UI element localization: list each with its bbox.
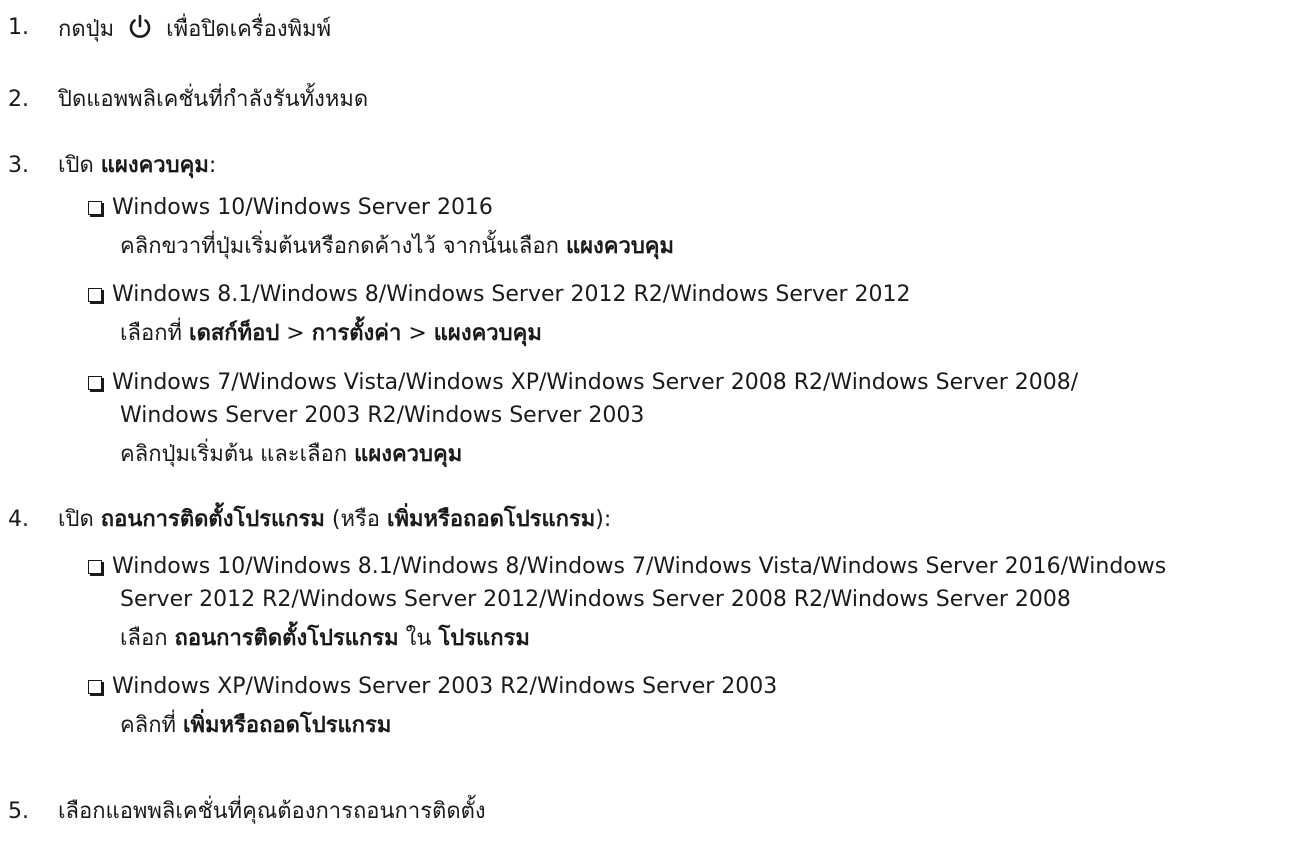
step-3-item-3-title-cont: Windows Server 2003 R2/Windows Server 20… [120,402,644,430]
step-number: 4. [8,507,29,532]
step-1-prefix: กดปุ่ม [58,17,115,42]
instruction-text: คลิกที่ [120,713,177,738]
step-4-or: (หรือ [331,507,380,532]
step-4-suffix: ): [595,507,612,532]
step-number: 1. [8,15,29,40]
checkbox-bullet-icon [88,288,102,302]
step-4-item-2: Windows XP/Windows Server 2003 R2/Window… [88,673,777,701]
step-number: 3. [8,153,29,178]
desktop-label: เดสก์ท็อป [189,321,280,346]
separator: > [408,321,427,346]
uninstall-program-label: ถอนการติดตั้งโปรแกรม [100,507,325,532]
os-title: Windows 8.1/Windows 8/Windows Server 201… [112,282,911,307]
step-text: เลือกแอพพลิเคชั่นที่คุณต้องการถอนการติดต… [58,799,486,824]
step-4-item-1-instruction: เลือก ถอนการติดตั้งโปรแกรม ใน โปรแกรม [120,625,530,653]
settings-label: การตั้งค่า [311,321,402,346]
step-3-item-2-instruction: เลือกที่ เดสก์ท็อป > การตั้งค่า > แผงควบ… [120,320,542,348]
instruction-text: คลิกขวาที่ปุ่มเริ่มต้นหรือกดค้างไว้ จากน… [120,234,559,259]
step-3-suffix: : [208,153,217,178]
step-number: 5. [8,799,29,824]
os-title: Windows 7/Windows Vista/Windows XP/Windo… [112,370,1079,395]
checkbox-bullet-icon [88,201,102,215]
instruction-in: ใน [405,626,432,651]
step-number: 2. [8,87,29,112]
step-4-item-1: Windows 10/Windows 8.1/Windows 8/Windows… [88,553,1166,581]
control-panel-label: แผงควบคุม [433,321,542,346]
power-icon [129,14,151,38]
step-3-item-1: Windows 10/Windows Server 2016 [88,194,493,222]
control-panel-label: แผงควบคุม [100,153,209,178]
step-text: เปิด ถอนการติดตั้งโปรแกรม (หรือ เพิ่มหรื… [58,506,611,534]
separator: > [286,321,305,346]
os-title-continued: Windows Server 2003 R2/Windows Server 20… [120,403,645,428]
step-3-prefix: เปิด [58,153,94,178]
step-4-item-2-instruction: คลิกที่ เพิ่มหรือถอดโปรแกรม [120,712,391,740]
os-title: Windows 10/Windows 8.1/Windows 8/Windows… [112,554,1167,579]
instruction-text: เลือก [120,626,168,651]
uninstall-program-label: ถอนการติดตั้งโปรแกรม [174,626,399,651]
step-3-item-3: Windows 7/Windows Vista/Windows XP/Windo… [88,369,1078,397]
step-3-item-1-instruction: คลิกขวาที่ปุ่มเริ่มต้นหรือกดค้างไว้ จากน… [120,233,674,261]
add-remove-programs-label: เพิ่มหรือถอดโปรแกรม [387,507,596,532]
os-title-continued: Server 2012 R2/Windows Server 2012/Windo… [120,587,1071,612]
step-text: เปิด แผงควบคุม: [58,152,216,180]
instruction-bold: แผงควบคุม [354,442,463,467]
step-text: กดปุ่ม เพื่อปิดเครื่องพิมพ์ [58,14,331,44]
instruction-bold: แผงควบคุม [565,234,675,259]
instruction-bold: เพิ่มหรือถอดโปรแกรม [183,713,392,738]
instruction-text: คลิกปุ่มเริ่มต้น และเลือก [120,442,348,467]
instruction-text: เลือกที่ [120,321,183,346]
step-3-item-3-instruction: คลิกปุ่มเริ่มต้น และเลือก แผงควบคุม [120,441,462,469]
step-text: ปิดแอพพลิเคชั่นที่กำลังรันทั้งหมด [58,87,369,112]
os-title: Windows 10/Windows Server 2016 [112,195,493,220]
checkbox-bullet-icon [88,376,102,390]
checkbox-bullet-icon [88,680,102,694]
step-4-item-1-title-cont: Server 2012 R2/Windows Server 2012/Windo… [120,586,1071,614]
step-4-prefix: เปิด [58,507,94,532]
programs-label: โปรแกรม [438,626,530,651]
os-title: Windows XP/Windows Server 2003 R2/Window… [112,674,778,699]
checkbox-bullet-icon [88,560,102,574]
step-3-item-2: Windows 8.1/Windows 8/Windows Server 201… [88,281,911,309]
step-1-suffix: เพื่อปิดเครื่องพิมพ์ [166,17,332,42]
